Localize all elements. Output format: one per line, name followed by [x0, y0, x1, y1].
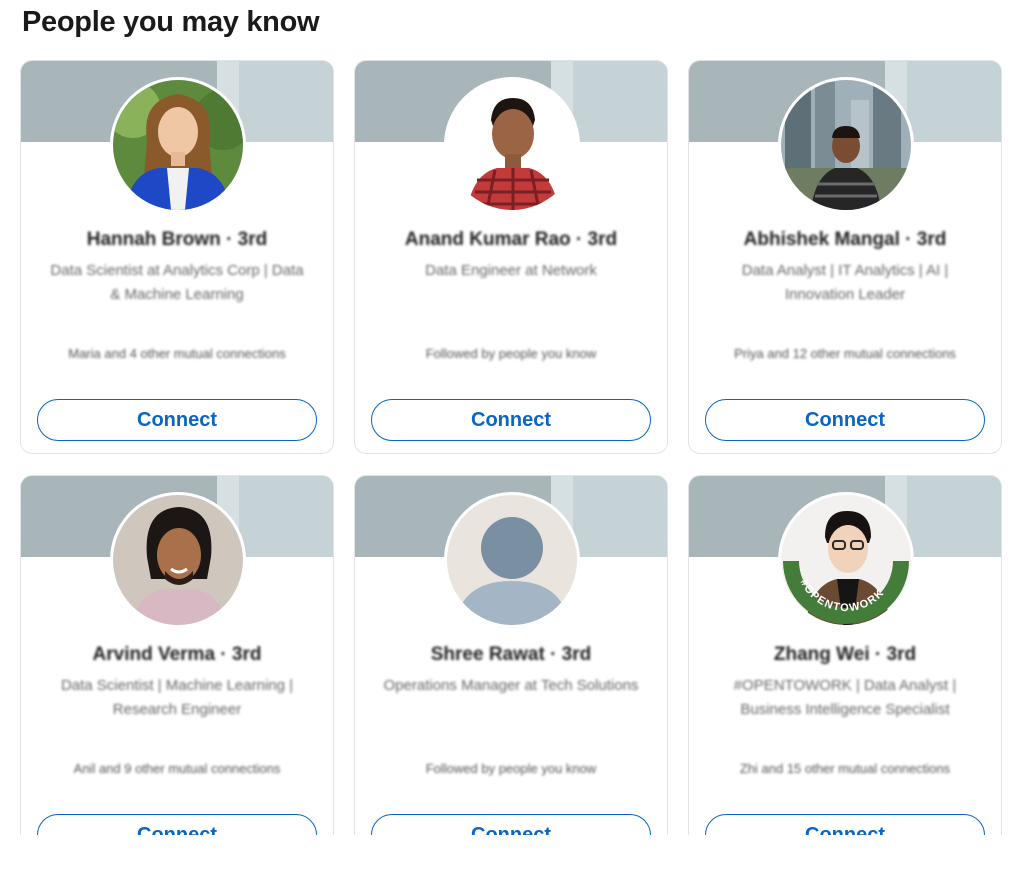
profile-photo[interactable] [444, 492, 580, 628]
connect-button[interactable]: Connect [705, 399, 985, 441]
person-headline: Operations Manager at Tech Solutions [383, 677, 639, 694]
connect-button[interactable]: Connect [705, 814, 985, 835]
connect-button[interactable]: Connect [37, 814, 317, 835]
section-title: People you may know [22, 6, 320, 38]
person-name[interactable]: Shree Rawat · 3rd [375, 644, 647, 666]
person-name[interactable]: Hannah Brown · 3rd [41, 229, 313, 251]
connect-button[interactable]: Connect [371, 814, 651, 835]
profile-photo[interactable] [110, 492, 246, 628]
person-silhouette-icon [447, 495, 577, 625]
person-name[interactable]: Arvind Verma · 3rd [41, 644, 313, 666]
mutual-connections: Maria and 4 other mutual connections [68, 346, 286, 361]
people-grid: Hannah Brown · 3rd Data Scientist at Ana… [20, 60, 1004, 871]
profile-photo[interactable] [778, 77, 914, 213]
profile-photo[interactable] [444, 77, 580, 213]
person-headline: Data Analyst | IT Analytics | AI | Innov… [741, 262, 949, 303]
profile-photo[interactable] [110, 77, 246, 213]
mutual-connections: Priya and 12 other mutual connections [734, 346, 956, 361]
person-headline: Data Scientist | Machine Learning | Rese… [60, 677, 294, 718]
connect-button[interactable]: Connect [37, 399, 317, 441]
mutual-connections: Followed by people you know [425, 346, 597, 361]
mutual-connections: Followed by people you know [425, 761, 597, 776]
person-card[interactable]: Shree Rawat · 3rd Operations Manager at … [354, 475, 668, 835]
person-headline: Data Engineer at Network [425, 262, 597, 279]
person-name[interactable]: Anand Kumar Rao · 3rd [375, 229, 647, 251]
profile-photo[interactable]: #OPENTOWORK [778, 492, 914, 628]
person-card[interactable]: Hannah Brown · 3rd Data Scientist at Ana… [20, 60, 334, 454]
person-card[interactable]: Arvind Verma · 3rd Data Scientist | Mach… [20, 475, 334, 835]
person-card[interactable]: Abhishek Mangal · 3rd Data Analyst | IT … [688, 60, 1002, 454]
connect-button[interactable]: Connect [371, 399, 651, 441]
person-name[interactable]: Abhishek Mangal · 3rd [709, 229, 981, 251]
mutual-connections: Anil and 9 other mutual connections [73, 761, 281, 776]
person-card[interactable]: #OPENTOWORK Zhang Wei · 3rd #OPENTOWORK … [688, 475, 1002, 835]
person-headline: #OPENTOWORK | Data Analyst | Business In… [733, 677, 957, 718]
person-name[interactable]: Zhang Wei · 3rd [709, 644, 981, 666]
person-headline: Data Scientist at Analytics Corp | Data … [50, 262, 304, 303]
mutual-connections: Zhi and 15 other mutual connections [739, 761, 951, 776]
person-card[interactable]: Anand Kumar Rao · 3rd Data Engineer at N… [354, 60, 668, 454]
